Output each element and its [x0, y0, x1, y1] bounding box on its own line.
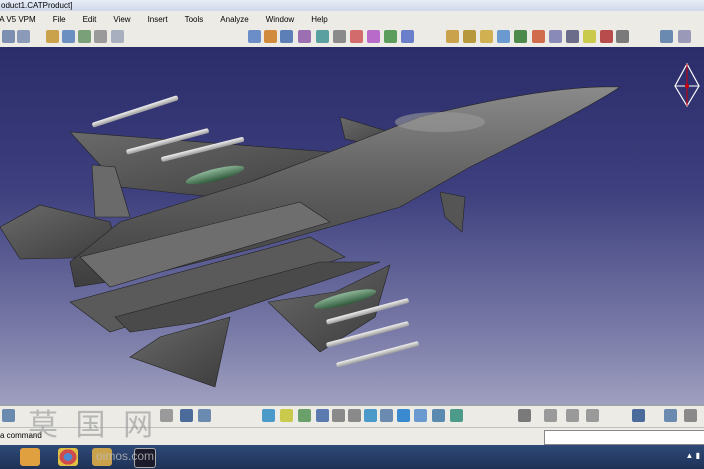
- system-tray[interactable]: ▲ ▮: [685, 451, 700, 460]
- measure-icon[interactable]: [446, 30, 459, 43]
- table-icon[interactable]: [180, 409, 193, 422]
- top-toolbar: [0, 27, 704, 48]
- normal-view-icon[interactable]: [364, 409, 377, 422]
- snap-icon[interactable]: [549, 30, 562, 43]
- formula-icon[interactable]: [160, 409, 173, 422]
- start-icon[interactable]: [20, 448, 40, 466]
- menu-window[interactable]: Window: [266, 15, 294, 24]
- section-icon[interactable]: [480, 30, 493, 43]
- catalog-icon[interactable]: [660, 30, 673, 43]
- hide-show-icon[interactable]: [432, 409, 445, 422]
- 3d-viewport[interactable]: [0, 47, 704, 405]
- manipulate-icon[interactable]: [532, 30, 545, 43]
- part-icon[interactable]: [264, 30, 277, 43]
- material-icon[interactable]: [616, 30, 629, 43]
- command-input[interactable]: [544, 430, 704, 445]
- clash-icon[interactable]: [463, 30, 476, 43]
- shading-icon[interactable]: [414, 409, 427, 422]
- watermark-url: oimos.com: [96, 449, 155, 463]
- menu-app[interactable]: IA V5 VPM: [0, 15, 36, 24]
- constraint-icon[interactable]: [401, 30, 414, 43]
- reorder-icon[interactable]: [350, 30, 363, 43]
- window-title: oduct1.CATProduct]: [1, 1, 73, 10]
- menu-analyze[interactable]: Analyze: [220, 15, 248, 24]
- redo-icon[interactable]: [17, 30, 30, 43]
- missile: [336, 341, 419, 368]
- view-icon[interactable]: [678, 30, 691, 43]
- arrow-icon[interactable]: [544, 409, 557, 422]
- explode-icon[interactable]: [566, 30, 579, 43]
- menu-bar: IA V5 VPM File Edit View Insert Tools An…: [0, 11, 704, 28]
- aircraft-model[interactable]: [0, 47, 704, 405]
- flexible-icon[interactable]: [583, 30, 596, 43]
- watermark: 莫 国 网: [28, 408, 158, 443]
- zoom-in-icon[interactable]: [332, 409, 345, 422]
- component-icon[interactable]: [298, 30, 311, 43]
- pan-icon[interactable]: [262, 409, 275, 422]
- replace-icon[interactable]: [316, 30, 329, 43]
- menu-file[interactable]: File: [53, 15, 66, 24]
- undo-icon[interactable]: [2, 30, 15, 43]
- title-bar: oduct1.CATProduct]: [0, 0, 704, 11]
- distance-icon[interactable]: [497, 30, 510, 43]
- multi-view-icon[interactable]: [380, 409, 393, 422]
- fit-all-icon[interactable]: [280, 409, 293, 422]
- menu-tools[interactable]: Tools: [185, 15, 204, 24]
- pan-view-icon[interactable]: [316, 409, 329, 422]
- list-icon[interactable]: [664, 409, 677, 422]
- publish-icon[interactable]: [600, 30, 613, 43]
- print-icon[interactable]: [94, 30, 107, 43]
- assembly-icon[interactable]: [248, 30, 261, 43]
- compass-icon[interactable]: [672, 62, 702, 108]
- cockpit: [395, 112, 485, 132]
- select-icon[interactable]: [384, 30, 397, 43]
- fly-icon[interactable]: [2, 409, 15, 422]
- open-icon[interactable]: [62, 30, 75, 43]
- fix-icon[interactable]: [514, 30, 527, 43]
- save-icon[interactable]: [78, 30, 91, 43]
- new-icon[interactable]: [46, 30, 59, 43]
- chrome-icon[interactable]: [58, 448, 78, 466]
- spiral-icon[interactable]: [632, 409, 645, 422]
- missile: [92, 95, 179, 128]
- tree-icon[interactable]: [198, 409, 211, 422]
- wheel-icon[interactable]: [518, 409, 531, 422]
- reset-icon[interactable]: [566, 409, 579, 422]
- menu-edit[interactable]: Edit: [83, 15, 97, 24]
- settings-icon[interactable]: [684, 409, 697, 422]
- image-icon[interactable]: [586, 409, 599, 422]
- iso-view-icon[interactable]: [397, 409, 410, 422]
- ventral-fin: [439, 191, 466, 233]
- menu-insert[interactable]: Insert: [148, 15, 168, 24]
- graph-icon[interactable]: [333, 30, 346, 43]
- menu-help[interactable]: Help: [311, 15, 327, 24]
- product-icon[interactable]: [280, 30, 293, 43]
- rotate-icon[interactable]: [298, 409, 311, 422]
- swap-visible-icon[interactable]: [450, 409, 463, 422]
- zoom-out-icon[interactable]: [348, 409, 361, 422]
- numbering-icon[interactable]: [367, 30, 380, 43]
- cut-icon[interactable]: [111, 30, 124, 43]
- menu-view[interactable]: View: [113, 15, 130, 24]
